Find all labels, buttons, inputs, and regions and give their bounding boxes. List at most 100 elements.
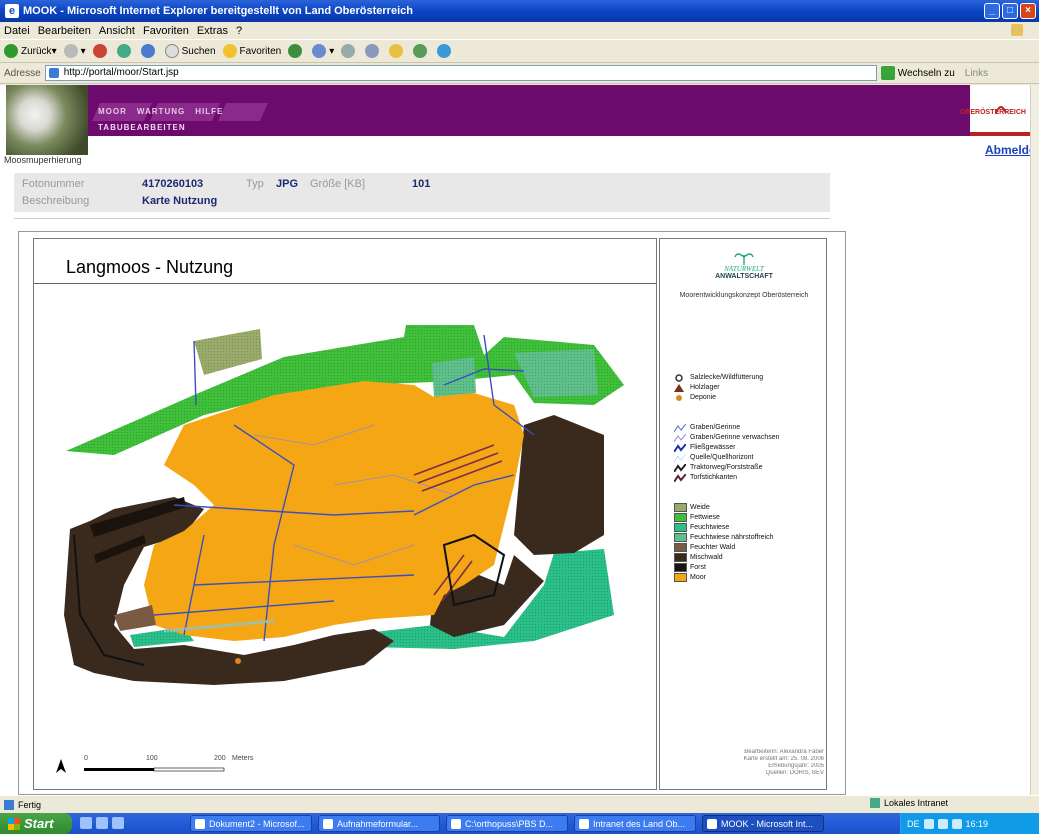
forward-arrow-icon <box>63 44 78 58</box>
print-icon <box>341 44 356 58</box>
legend-weide: Weide <box>674 503 710 512</box>
research-button[interactable] <box>413 44 430 58</box>
favorites-button[interactable]: Favoriten <box>222 44 281 58</box>
plant-icon <box>734 253 754 265</box>
task-intranet[interactable]: Intranet des Land Ob... <box>574 815 696 832</box>
back-button[interactable]: Zurück ▾ <box>4 44 57 58</box>
home-button[interactable] <box>140 44 158 58</box>
legend-moor: Moor <box>674 573 706 582</box>
search-icon <box>164 44 179 58</box>
moor-photo <box>6 85 88 159</box>
research-icon <box>413 44 428 58</box>
refresh-button[interactable] <box>116 44 134 58</box>
menu-bar: Datei Bearbeiten Ansicht Favoriten Extra… <box>0 22 1039 39</box>
maximize-button[interactable]: □ <box>1002 3 1018 19</box>
menu-datei[interactable]: Datei <box>4 25 30 37</box>
menu-help[interactable]: ? <box>236 25 242 37</box>
weide-area <box>194 329 262 375</box>
forward-button[interactable]: ▾ <box>63 44 86 58</box>
map-credits: Bearbeiterin: Alexandra Faber Karte erst… <box>743 749 824 776</box>
graben-icon <box>673 423 687 432</box>
quicklaunch-desktop-icon[interactable] <box>112 817 124 829</box>
description-value: Karte Nutzung <box>142 195 218 207</box>
home-icon <box>140 44 155 58</box>
messenger-button[interactable] <box>437 44 454 58</box>
feuchtwiese-nr-area <box>432 357 476 397</box>
star-icon <box>222 44 237 58</box>
menu-favoriten[interactable]: Favoriten <box>143 25 189 37</box>
task-dokument2[interactable]: Dokument2 - Microsof... <box>190 815 312 832</box>
toolbar: Zurück ▾ ▾ Suchen Favoriten ▾ <box>0 39 1039 63</box>
photo-metadata: Fotonummer 4170260103 Typ JPG Größe [KB]… <box>14 173 830 213</box>
quick-launch <box>80 817 124 829</box>
vertical-scrollbar[interactable] <box>1030 85 1039 795</box>
graben-verwachsen-icon <box>673 433 687 442</box>
photo-number-value: 4170260103 <box>142 178 204 190</box>
tab-wartung[interactable]: WARTUNG <box>137 107 185 116</box>
ie-icon: e <box>5 4 19 18</box>
system-tray: DE 16:19 <box>900 813 1039 834</box>
refresh-icon <box>116 44 131 58</box>
print-button[interactable] <box>341 44 358 58</box>
mail-button[interactable]: ▾ <box>312 44 334 58</box>
photo-caption: Moosmuperhierung <box>4 155 88 165</box>
naturwelt-logo: NATURWELT ANWALTSCHAFT <box>694 251 794 280</box>
history-button[interactable] <box>288 44 305 58</box>
logout-link[interactable]: Abmelden <box>985 143 1030 157</box>
legend-feuchtwiese: Feuchtwiese <box>674 523 729 532</box>
links-label[interactable]: Links <box>965 68 988 79</box>
tab-hilfe[interactable]: HILFE <box>195 107 223 116</box>
legend-graben-verwachsen: Graben/Gerinne verwachsen <box>673 433 780 442</box>
back-arrow-icon <box>4 44 18 58</box>
type-label: Typ <box>246 178 264 190</box>
page-icon <box>48 68 59 78</box>
language-indicator[interactable]: DE <box>907 819 920 829</box>
menu-extras[interactable]: Extras <box>197 25 228 37</box>
tray-volume-icon[interactable] <box>937 818 948 829</box>
close-button[interactable]: × <box>1020 3 1036 19</box>
tray-antivirus-icon[interactable] <box>951 818 962 829</box>
word-icon <box>195 818 205 829</box>
tab-moor[interactable]: MOOR <box>98 107 127 116</box>
menu-bearbeiten[interactable]: Bearbeiten <box>38 25 91 37</box>
go-button[interactable]: Wechseln zu <box>880 66 955 80</box>
windows-logo-icon <box>1011 24 1023 36</box>
search-button[interactable]: Suchen <box>164 44 216 58</box>
task-folder[interactable]: C:\orthopuss\PBS D... <box>446 815 568 832</box>
legend-feuchtwiese-nr: Feuchtwiese nährstoffreich <box>674 533 774 542</box>
start-button[interactable]: Start <box>0 813 72 834</box>
folder-button[interactable] <box>389 44 406 58</box>
folder-icon <box>389 44 404 58</box>
minimize-button[interactable]: _ <box>984 3 1000 19</box>
tray-network-icon[interactable] <box>923 818 934 829</box>
quicklaunch-outlook-icon[interactable] <box>96 817 108 829</box>
legend-forststrasse: Traktorweg/Forststraße <box>673 462 762 473</box>
legend-torfstich: Torfstichkanten <box>673 472 737 483</box>
stop-icon <box>92 44 107 58</box>
stop-button[interactable] <box>92 44 110 58</box>
map-title: Langmoos - Nutzung <box>66 257 234 277</box>
legend-graben: Graben/Gerinne <box>673 423 740 432</box>
legend-holzlager: Holzlager <box>674 383 720 392</box>
task-aufnahme[interactable]: Aufnahmeformular... <box>318 815 440 832</box>
legend-quelle: Quelle/Quellhorizont <box>673 453 753 462</box>
task-mook[interactable]: MOOK - Microsoft Int... <box>702 815 824 832</box>
ie-window: e MOOK - Microsoft Internet Explorer ber… <box>0 0 1039 834</box>
app-icon <box>323 818 333 829</box>
menu-ansicht[interactable]: Ansicht <box>99 25 135 37</box>
subnav-link[interactable]: TABUBEARBEITEN <box>98 123 186 132</box>
status-text: Fertig <box>18 799 42 810</box>
title-bar: e MOOK - Microsoft Internet Explorer ber… <box>0 0 1039 22</box>
scale-tick-0: 0 <box>84 755 88 762</box>
edit-button[interactable] <box>365 44 382 58</box>
quicklaunch-ie-icon[interactable] <box>80 817 92 829</box>
ie-task-icon-active <box>707 818 717 829</box>
legend-deponie: Deponie <box>674 393 716 402</box>
address-input[interactable]: http://portal/moor/Start.jsp <box>44 65 877 81</box>
quelle-icon <box>673 453 687 462</box>
scale-bar-graphic <box>84 767 225 772</box>
divider <box>14 218 830 219</box>
legend-salzlecke: Salzlecke/Wildfütterung <box>674 373 763 382</box>
map-panel: Langmoos - Nutzung 0 100 200 Meters <box>33 238 657 790</box>
page-content: Moosmuperhierung MOOR WARTUNG HILFE TABU… <box>0 85 1030 795</box>
